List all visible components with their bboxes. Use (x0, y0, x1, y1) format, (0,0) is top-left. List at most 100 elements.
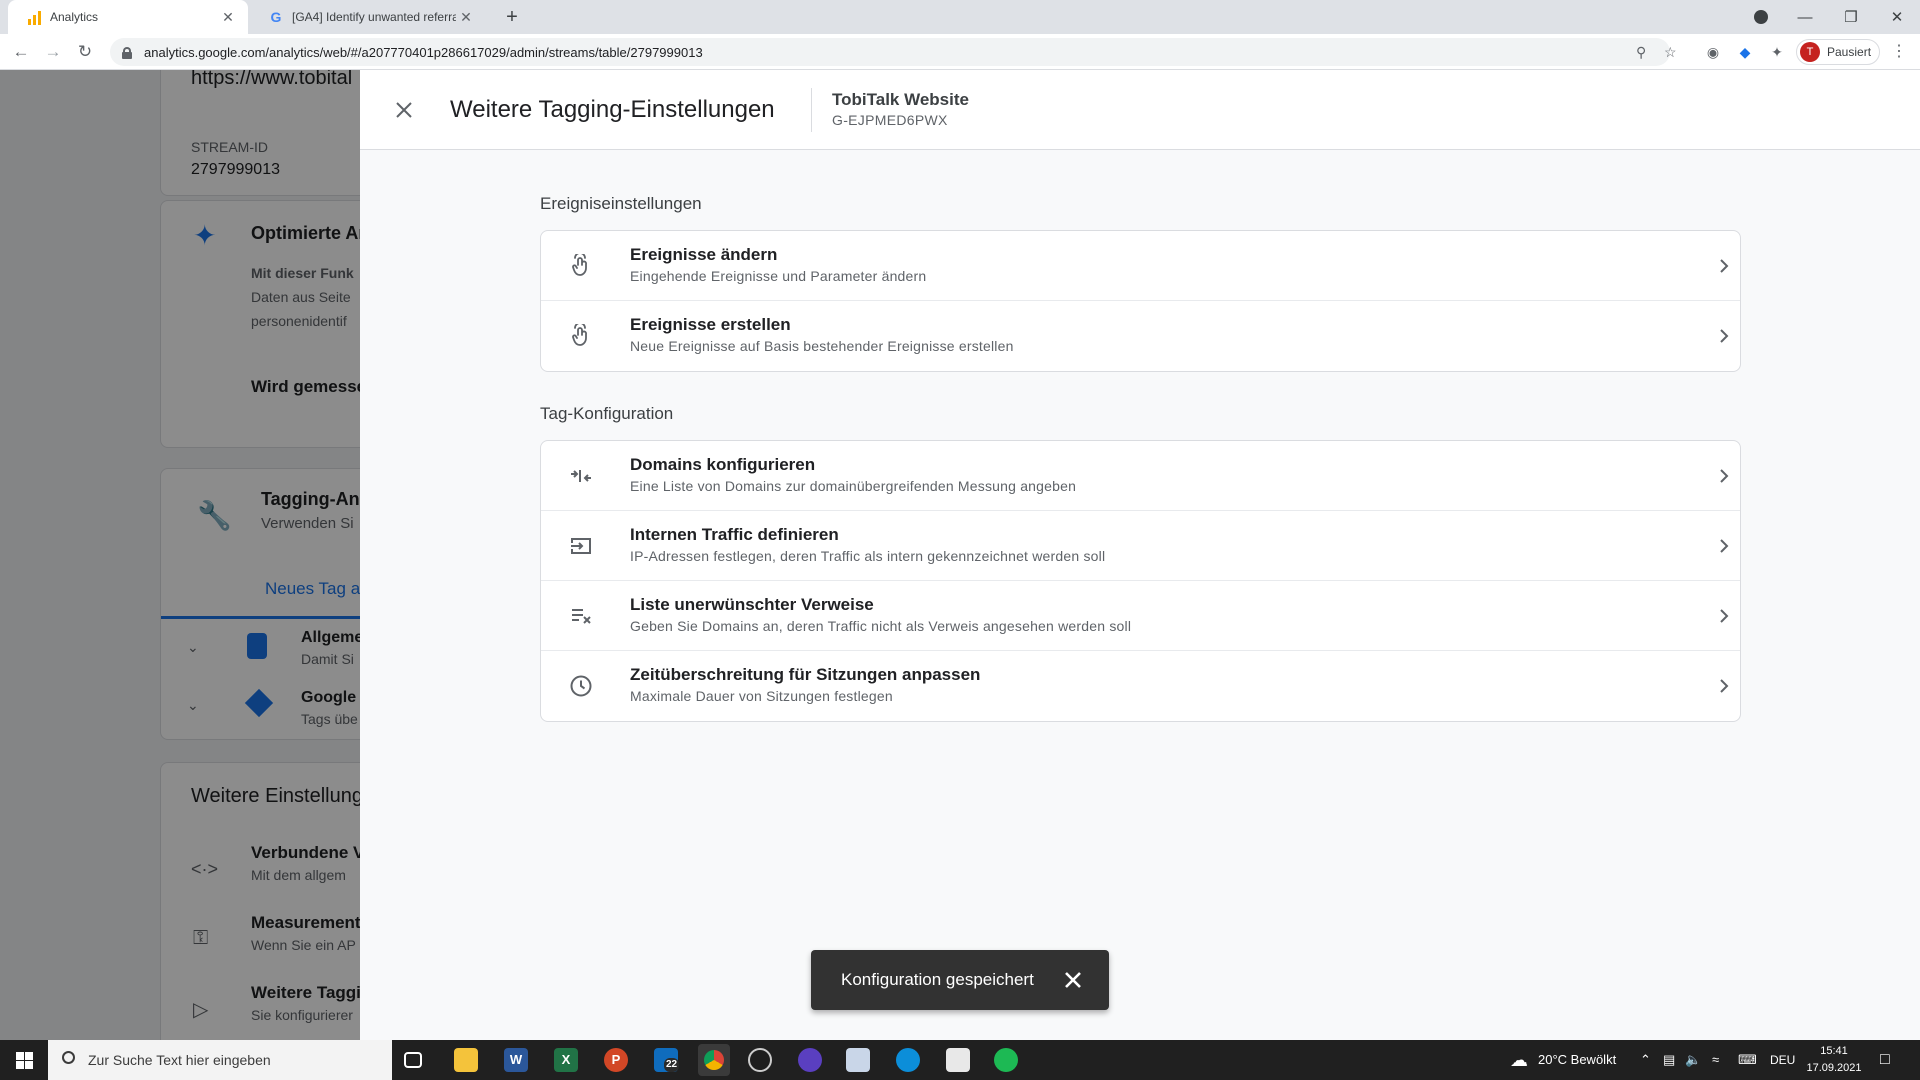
windows-taskbar: Zur Suche Text hier eingeben W X P 22 ☁ … (0, 1040, 1920, 1080)
chevron-right-icon (1720, 609, 1729, 623)
analytics-logo-icon (26, 9, 42, 25)
task-view-icon[interactable] (404, 1052, 422, 1068)
app-icon[interactable] (798, 1048, 822, 1072)
profile-status: Pausiert (1827, 45, 1872, 59)
header-divider (811, 88, 812, 132)
window-close-button[interactable]: ✕ (1874, 0, 1920, 34)
clock-time: 15:41 (1820, 1045, 1848, 1057)
start-button[interactable] (0, 1040, 48, 1080)
arrows-converge-icon (571, 470, 591, 482)
extension-icon[interactable]: ◆ (1736, 43, 1754, 61)
zoom-icon[interactable]: ⚲ (1636, 38, 1646, 66)
tab-search-button[interactable] (1738, 0, 1784, 34)
stream-name: TobiTalk Website (832, 90, 969, 109)
close-icon[interactable] (1061, 968, 1085, 992)
close-icon[interactable]: ✕ (456, 9, 476, 26)
chevron-right-icon (1720, 329, 1729, 343)
list-item-modify-events[interactable]: Ereignisse ändern Eingehende Ereignisse … (541, 231, 1740, 301)
address-bar[interactable]: analytics.google.com/analytics/web/#/a20… (110, 38, 1677, 66)
file-explorer-icon[interactable] (454, 1048, 478, 1072)
list-item-define-internal-traffic[interactable]: Internen Traffic definieren IP-Adressen … (541, 511, 1740, 581)
tab-analytics[interactable]: Analytics ✕ (8, 0, 248, 34)
snackbar: Konfiguration gespeichert (811, 950, 1109, 1010)
weather-icon[interactable]: ☁ (1510, 1040, 1528, 1080)
item-title: Liste unerwünschter Verweise (630, 595, 874, 614)
snackbar-message: Konfiguration gespeichert (841, 970, 1034, 989)
item-title: Domains konfigurieren (630, 455, 816, 474)
item-title: Ereignisse ändern (630, 245, 778, 264)
browser-toolbar: ← → ↻ analytics.google.com/analytics/web… (0, 34, 1920, 70)
spotify-icon[interactable] (994, 1048, 1018, 1072)
minimize-button[interactable]: — (1782, 0, 1828, 34)
item-title: Internen Traffic definieren (630, 525, 839, 544)
item-title: Ereignisse erstellen (630, 315, 791, 334)
tab-ga4-help[interactable]: G [GA4] Identify unwanted referrals ✕ (250, 0, 486, 34)
google-icon: G (270, 9, 282, 25)
more-menu-icon[interactable]: ⋮ (1890, 43, 1908, 61)
puzzle-icon[interactable]: ✦ (1768, 43, 1786, 61)
app-icon[interactable] (946, 1048, 970, 1072)
obs-icon[interactable] (748, 1048, 772, 1072)
browser-tab-bar: Analytics ✕ G [GA4] Identify unwanted re… (0, 0, 1920, 34)
search-icon (62, 1051, 75, 1064)
app-icon[interactable] (846, 1048, 870, 1072)
profile-button[interactable]: T Pausiert (1796, 39, 1880, 65)
edge-icon[interactable] (896, 1048, 920, 1072)
windows-logo-icon (15, 1051, 33, 1069)
touch-icon (572, 324, 587, 346)
close-icon[interactable]: ✕ (218, 9, 238, 26)
language-indicator[interactable]: DEU (1770, 1040, 1795, 1080)
event-settings-list: Ereignisse ändern Eingehende Ereignisse … (540, 230, 1741, 372)
network-icon[interactable]: ≈ (1712, 1040, 1719, 1080)
forward-button[interactable]: → (42, 41, 64, 63)
tray-chevron-icon[interactable]: ⌃ (1640, 1040, 1651, 1080)
list-item-configure-domains[interactable]: Domains konfigurieren Eine Liste von Dom… (541, 441, 1740, 511)
tray-app-icon[interactable]: ▤ (1663, 1040, 1675, 1080)
chevron-right-icon (1720, 259, 1729, 273)
taskbar-search[interactable]: Zur Suche Text hier eingeben (48, 1040, 392, 1080)
volume-icon[interactable]: 🔈 (1685, 1040, 1701, 1080)
keyboard-icon[interactable]: ⌨ (1738, 1040, 1757, 1080)
list-item-unwanted-referrals[interactable]: Liste unerwünschter Verweise Geben Sie D… (541, 581, 1740, 651)
powerpoint-icon[interactable]: P (604, 1048, 628, 1072)
new-tab-button[interactable]: + (500, 6, 524, 28)
mail-icon[interactable]: 22 (654, 1048, 680, 1072)
panel-header: Weitere Tagging-Einstellungen TobiTalk W… (360, 70, 1920, 150)
extension-icon[interactable]: ◉ (1704, 43, 1722, 61)
measurement-id: G-EJPMED6PWX (832, 112, 948, 128)
playlist-remove-icon (572, 609, 591, 624)
chevron-right-icon (1720, 679, 1729, 693)
list-item-session-timeout[interactable]: Zeitüberschreitung für Sitzungen anpasse… (541, 651, 1740, 721)
restore-button[interactable]: ❐ (1828, 0, 1874, 34)
word-icon[interactable]: W (504, 1048, 528, 1072)
notification-icon[interactable]: □ (1880, 1040, 1890, 1080)
weather-text[interactable]: 20°C Bewölkt (1538, 1040, 1616, 1080)
tab-title: Analytics (50, 10, 99, 24)
tab-title: [GA4] Identify unwanted referrals (292, 10, 456, 24)
touch-icon (572, 254, 587, 276)
chrome-icon[interactable] (698, 1044, 730, 1076)
search-placeholder: Zur Suche Text hier eingeben (88, 1052, 271, 1068)
tag-configuration-list: Domains konfigurieren Eine Liste von Dom… (540, 440, 1741, 722)
excel-icon[interactable]: X (554, 1048, 578, 1072)
back-button[interactable]: ← (10, 41, 32, 63)
modal-scrim[interactable] (0, 70, 360, 1040)
mail-badge: 22 (664, 1058, 680, 1072)
list-item-create-events[interactable]: Ereignisse erstellen Neue Ereignisse auf… (541, 301, 1740, 371)
section-title-tag-configuration: Tag-Konfiguration (540, 404, 674, 423)
item-subtitle: IP-Adressen festlegen, deren Traffic als… (630, 548, 1106, 564)
item-title: Zeitüberschreitung für Sitzungen anpasse… (630, 665, 981, 684)
bookmark-star-icon[interactable]: ☆ (1664, 38, 1677, 66)
close-icon[interactable] (392, 98, 416, 122)
clock-date: 17.09.2021 (1806, 1062, 1862, 1074)
clock[interactable]: 15:41 17.09.2021 (1804, 1043, 1864, 1077)
item-subtitle: Maximale Dauer von Sitzungen festlegen (630, 688, 893, 704)
reload-button[interactable]: ↻ (74, 41, 96, 63)
section-title-event-settings: Ereigniseinstellungen (540, 194, 702, 213)
item-subtitle: Geben Sie Domains an, deren Traffic nich… (630, 618, 1132, 634)
chevron-right-icon (1720, 539, 1729, 553)
item-subtitle: Neue Ereignisse auf Basis bestehender Er… (630, 338, 1014, 354)
lock-icon (122, 46, 132, 59)
item-subtitle: Eingehende Ereignisse und Parameter ände… (630, 268, 927, 284)
item-subtitle: Eine Liste von Domains zur domainübergre… (630, 478, 1077, 494)
